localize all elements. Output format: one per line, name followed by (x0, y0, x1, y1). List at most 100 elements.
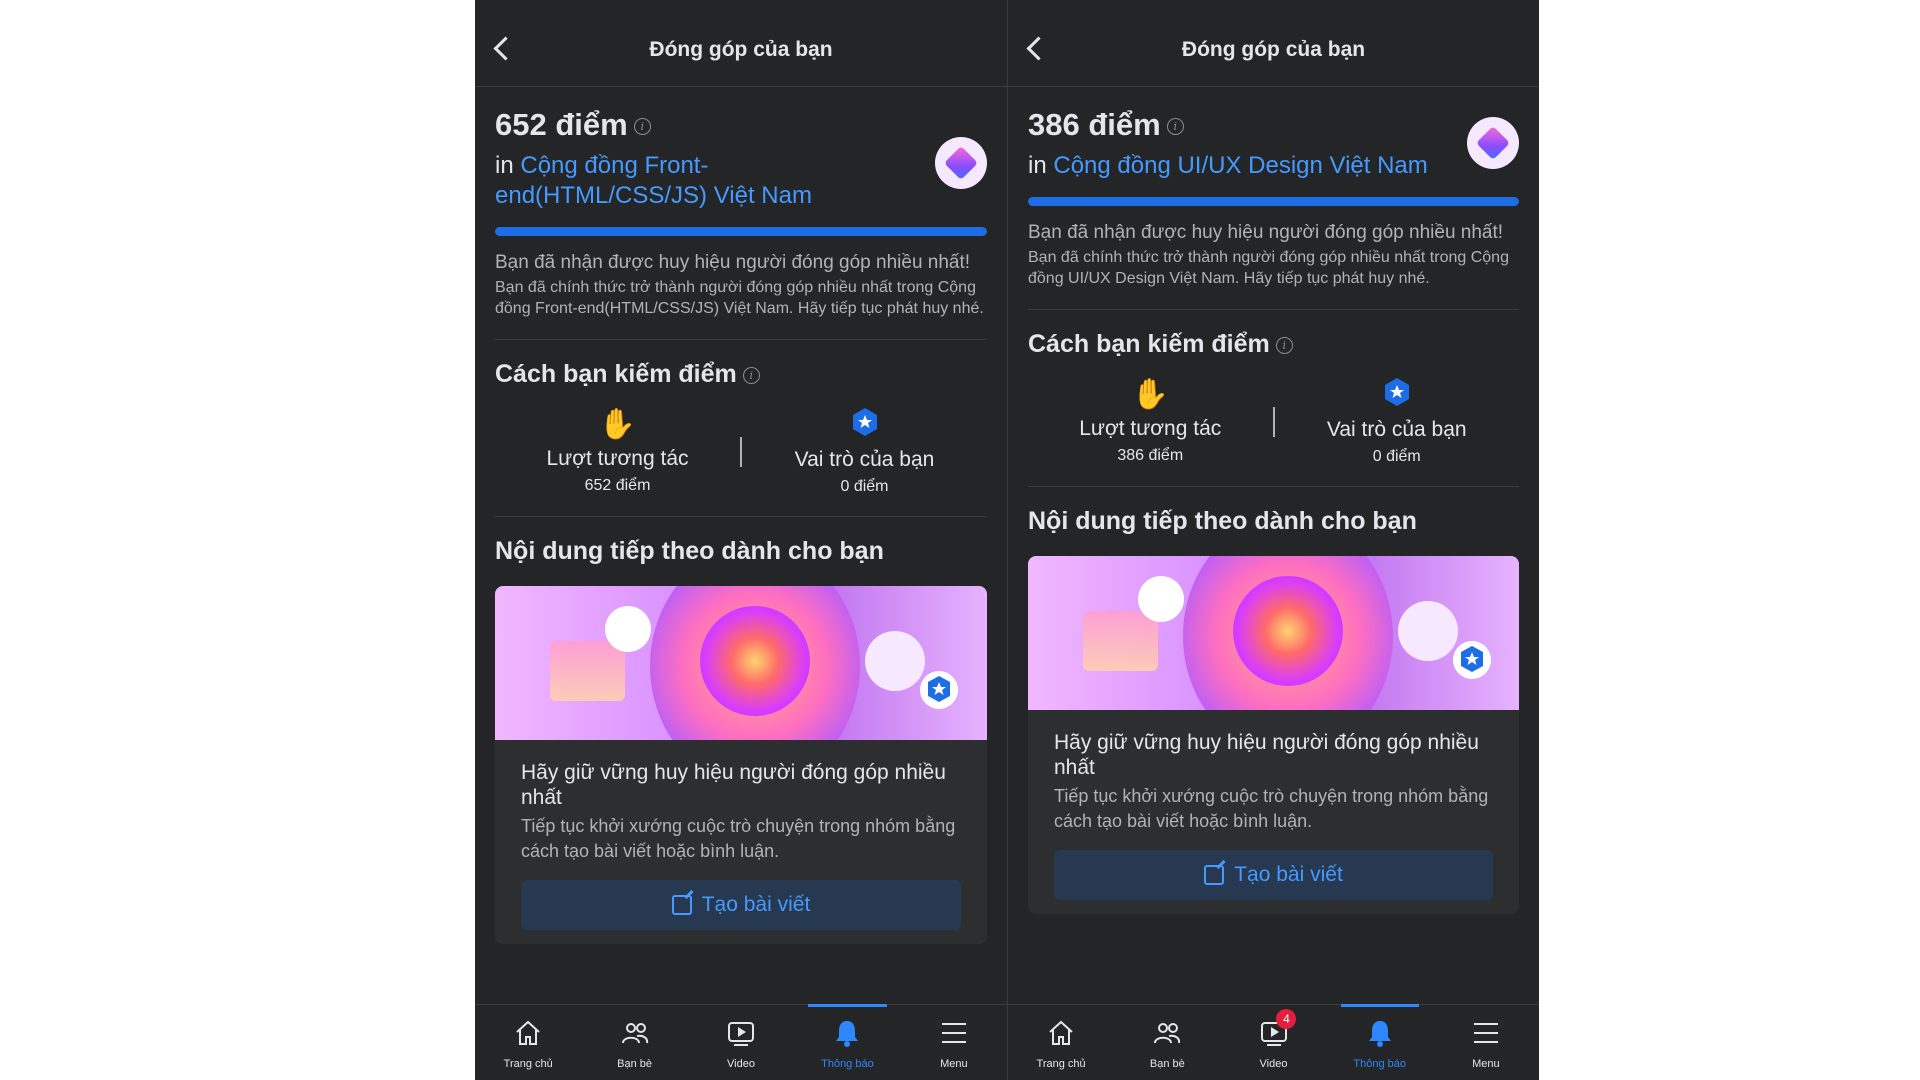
divider (1028, 486, 1519, 487)
tab-notifications[interactable]: Thông báo (1327, 1004, 1433, 1080)
stat-value: 0 điểm (1372, 448, 1421, 465)
community-link[interactable]: Cộng đồng Front-end(HTML/CSS/JS) Việt Na… (495, 152, 812, 209)
bell-icon (836, 1021, 859, 1047)
page-title: Đóng góp của bạn (649, 38, 833, 61)
divider (495, 339, 987, 340)
tab-label: Trang chủ (503, 1058, 553, 1070)
tab-friends[interactable]: Bạn bè (581, 1005, 687, 1080)
divider (495, 516, 987, 517)
score-value: 386 điểm (1028, 107, 1161, 142)
friends-icon (1154, 1023, 1181, 1044)
earned-text: Bạn đã nhận được huy hiệu người đóng góp… (1028, 222, 1504, 243)
page-title: Đóng góp của bạn (1181, 38, 1366, 61)
in-label: in (495, 152, 514, 179)
video-icon (728, 1022, 755, 1046)
info-icon[interactable]: i (1166, 118, 1184, 136)
menu-icon (941, 1023, 966, 1043)
create-post-button[interactable]: Tạo bài viết (1054, 850, 1493, 900)
create-post-button[interactable]: Tạo bài viết (521, 880, 961, 930)
tab-label: Video (1259, 1058, 1288, 1070)
score-heading: 386 điểm i (1028, 107, 1519, 143)
stat-label: Vai trò của bạn (794, 448, 935, 471)
stat-value: 386 điểm (1117, 446, 1184, 464)
tab-notifications[interactable]: Thông báo (794, 1004, 900, 1080)
community-link[interactable]: Cộng đồng UI/UX Design Việt Nam (1053, 152, 1427, 179)
tab-home[interactable]: Trang chủ (475, 1005, 581, 1080)
wave-hand-icon: ✋ (598, 407, 637, 441)
top-contributor-badge-icon (1467, 117, 1519, 169)
create-post-label: Tạo bài viết (701, 893, 811, 916)
tab-label: Bạn bè (617, 1058, 653, 1070)
card-title: Hãy giữ vững huy hiệu người đóng góp nhi… (521, 761, 946, 809)
bell-icon (1368, 1021, 1391, 1047)
edit-icon (671, 895, 692, 915)
score-value: 652 điểm (495, 107, 628, 142)
tab-video[interactable]: 4 Video (1220, 1005, 1326, 1080)
info-icon[interactable]: i (742, 366, 760, 384)
contributor-illustration (495, 586, 987, 740)
stat-label: Lượt tương tác (1079, 416, 1222, 440)
stats-row: ✋ Lượt tương tác 386 điểm Vai trò của bạ… (1028, 377, 1519, 466)
official-text: Bạn đã chính thức trở thành người đóng g… (495, 279, 984, 317)
card-description: Tiếp tục khởi xướng cuộc trò chuyện tron… (521, 816, 956, 861)
earn-points-label: Cách bạn kiếm điểm (1028, 330, 1270, 358)
home-icon (1049, 1020, 1073, 1045)
info-icon[interactable]: i (633, 118, 651, 136)
bottom-tab-bar: Trang chủ Bạn bè 4 Video Thông báo Menu (1008, 1004, 1539, 1080)
tab-friends[interactable]: Bạn bè (1114, 1005, 1220, 1080)
wave-hand-icon: ✋ (1131, 377, 1169, 411)
score-heading: 652 điểm i (495, 107, 987, 143)
top-contributor-badge-icon (935, 137, 987, 189)
in-label: in (1028, 152, 1047, 179)
bottom-tab-bar: Trang chủ Bạn bè Video Thông báo Menu (475, 1004, 1007, 1080)
next-content-title: Nội dung tiếp theo dành cho bạn (495, 537, 884, 565)
create-post-label: Tạo bài viết (1234, 863, 1343, 886)
tab-video[interactable]: Video (688, 1005, 794, 1080)
info-icon[interactable]: i (1275, 336, 1293, 354)
progress-bar (495, 227, 987, 236)
friends-icon (621, 1023, 648, 1044)
stat-value: 652 điểm (584, 476, 651, 494)
official-text: Bạn đã chính thức trở thành người đóng g… (1028, 249, 1509, 287)
stat-label: Lượt tương tác (546, 446, 689, 470)
contribution-screen-2: Đóng góp của bạn 386 điểm i in Cộng đồng … (1007, 0, 1539, 1080)
tab-label: Bạn bè (1149, 1058, 1185, 1070)
header: Đóng góp của bạn (475, 0, 1007, 87)
tab-label: Thông báo (821, 1058, 874, 1070)
tab-label: Thông báo (1353, 1058, 1407, 1070)
card-description: Tiếp tục khởi xướng cuộc trò chuyện tron… (1054, 786, 1489, 831)
stat-role[interactable]: Vai trò của bạn 0 điểm (1275, 377, 1520, 466)
menu-icon (1473, 1023, 1498, 1043)
edit-icon (1204, 865, 1225, 885)
video-notification-badge: 4 (1276, 1009, 1297, 1029)
tab-label: Trang chủ (1036, 1058, 1086, 1070)
progress-bar (1028, 197, 1519, 206)
community-line: in Cộng đồng Front-end(HTML/CSS/JS) Việt… (495, 151, 987, 211)
star-badge-icon (852, 408, 877, 436)
stat-label: Vai trò của bạn (1326, 418, 1467, 441)
contributor-illustration (1028, 556, 1519, 710)
community-line: in Cộng đồng UI/UX Design Việt Nam (1028, 151, 1519, 181)
contribution-screen-1: Đóng góp của bạn 652 điểm i in Cộng đồng … (475, 0, 1007, 1080)
stat-interactions[interactable]: ✋ Lượt tương tác 386 điểm (1028, 377, 1273, 465)
earned-text: Bạn đã nhận được huy hiệu người đóng góp… (495, 252, 971, 273)
stat-role[interactable]: Vai trò của bạn 0 điểm (742, 407, 987, 496)
tab-home[interactable]: Trang chủ (1008, 1005, 1114, 1080)
tab-label: Menu (1472, 1058, 1500, 1070)
card-title: Hãy giữ vững huy hiệu người đóng góp nhi… (1054, 731, 1479, 779)
home-icon (516, 1020, 540, 1045)
divider (1028, 309, 1519, 310)
star-badge-icon (1384, 378, 1409, 406)
tab-menu[interactable]: Menu (1433, 1005, 1539, 1080)
stat-interactions[interactable]: ✋ Lượt tương tác 652 điểm (495, 407, 740, 495)
earn-points-title: Cách bạn kiếm điểm i (495, 360, 987, 389)
earn-points-label: Cách bạn kiếm điểm (495, 360, 737, 388)
tab-menu[interactable]: Menu (901, 1005, 1007, 1080)
tab-label: Video (727, 1058, 755, 1070)
header: Đóng góp của bạn (1008, 0, 1539, 87)
next-content-title: Nội dung tiếp theo dành cho bạn (1028, 507, 1417, 535)
suggestion-card: Hãy giữ vững huy hiệu người đóng góp nhi… (1028, 556, 1519, 914)
stats-row: ✋ Lượt tương tác 652 điểm Vai trò của bạ… (495, 407, 987, 496)
suggestion-card: Hãy giữ vững huy hiệu người đóng góp nhi… (495, 586, 987, 944)
earn-points-title: Cách bạn kiếm điểm i (1028, 330, 1519, 359)
